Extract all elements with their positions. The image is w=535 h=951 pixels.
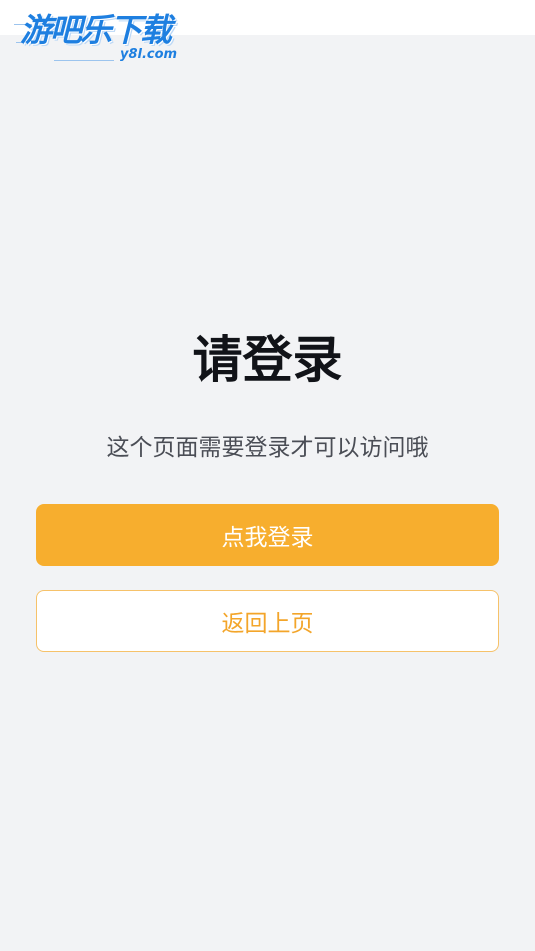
logo-domain: y8l.com	[120, 47, 178, 62]
back-button[interactable]: 返回上页	[36, 590, 499, 652]
logo-speed-line	[54, 60, 114, 61]
page-title: 请登录	[192, 331, 343, 389]
login-button[interactable]: 点我登录	[36, 504, 499, 566]
site-logo[interactable]: 游吧乐下载 y8l.com	[14, 14, 186, 66]
login-required-message: 这个页面需要登录才可以访问哦	[106, 435, 429, 461]
logo-text: 游吧乐下载	[20, 11, 172, 49]
